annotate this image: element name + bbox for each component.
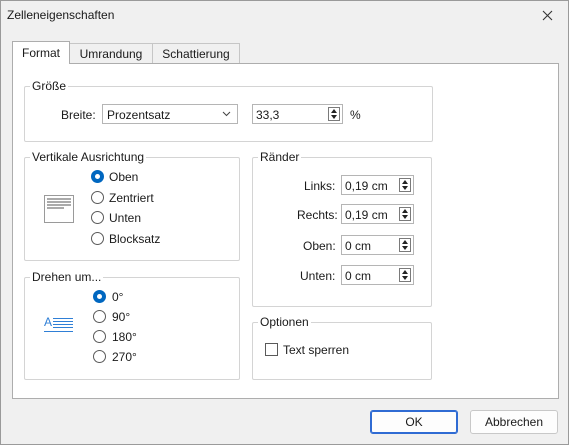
options-group: Optionen Text sperren [252, 315, 432, 380]
rotate-title: Drehen um... [30, 270, 104, 284]
format-tab-panel: Größe Breite: Prozentsatz 33,3 % Vertika… [12, 63, 559, 399]
margin-bottom-spinner[interactable]: 0 cm [341, 265, 414, 285]
cancel-button[interactable]: Abbrechen [470, 410, 558, 434]
tab-format[interactable]: Format [12, 41, 70, 64]
rotate-0-label[interactable]: 0° [112, 290, 123, 304]
width-type-value: Prozentsatz [107, 108, 171, 122]
cell-properties-dialog: Zelleneigenschaften Format Umrandung Sch… [0, 0, 569, 445]
text-lines-icon [53, 318, 73, 328]
percent-unit: % [350, 108, 361, 122]
valign-center-label[interactable]: Zentriert [109, 191, 154, 205]
rotate-90-radio[interactable] [93, 310, 106, 323]
tab-border-label: Umrandung [79, 47, 143, 61]
margin-right-label: Rechts: [297, 208, 338, 222]
cancel-button-label: Abbrechen [484, 415, 544, 429]
valign-top-label[interactable]: Oben [109, 170, 138, 184]
size-group-title: Größe [30, 79, 69, 93]
width-type-select[interactable]: Prozentsatz [102, 104, 238, 124]
rotate-270-label[interactable]: 270° [112, 350, 137, 364]
vertical-align-preview-icon [44, 195, 74, 223]
width-value: 33,3 [256, 108, 280, 122]
spin-arrows-icon[interactable] [328, 107, 340, 121]
margin-left-value: 0,19 cm [345, 179, 388, 193]
rotate-180-radio[interactable] [93, 330, 106, 343]
margin-left-label: Links: [304, 179, 336, 193]
title-bar: Zelleneigenschaften [1, 1, 568, 29]
ok-button-label: OK [405, 415, 423, 429]
width-label: Breite: [61, 108, 96, 122]
margin-bottom-value: 0 cm [345, 269, 372, 283]
rotate-preview-icon: A [44, 315, 74, 334]
margin-top-value: 0 cm [345, 239, 372, 253]
valign-bottom-label[interactable]: Unten [109, 211, 141, 225]
width-value-spinner[interactable]: 33,3 [252, 104, 343, 124]
valign-center-radio[interactable] [91, 191, 104, 204]
rotate-90-label[interactable]: 90° [112, 310, 130, 324]
margin-top-label: Oben: [303, 239, 336, 253]
window-title: Zelleneigenschaften [7, 8, 115, 22]
vertical-align-group: Vertikale Ausrichtung Oben Zentriert Unt… [24, 150, 240, 261]
margins-group: Ränder Links: 0,19 cm Rechts: 0,19 cm Ob… [252, 150, 432, 307]
chevron-down-icon [222, 111, 231, 117]
vertical-align-title: Vertikale Ausrichtung [30, 150, 147, 164]
rotate-180-label[interactable]: 180° [112, 330, 137, 344]
margin-left-spinner[interactable]: 0,19 cm [341, 175, 414, 195]
valign-top-radio[interactable] [91, 170, 104, 183]
spin-arrows-icon[interactable] [399, 238, 411, 252]
tab-format-label: Format [21, 46, 60, 60]
rotate-preview-letter: A [44, 315, 53, 329]
valign-justify-radio[interactable] [91, 232, 104, 245]
rotate-0-radio[interactable] [93, 290, 106, 303]
ok-button[interactable]: OK [370, 410, 458, 434]
margin-right-value: 0,19 cm [345, 208, 388, 222]
options-title: Optionen [258, 315, 311, 329]
tab-border[interactable]: Umrandung [68, 43, 154, 64]
lock-text-checkbox[interactable] [265, 343, 278, 356]
close-icon [542, 10, 552, 20]
margin-top-spinner[interactable]: 0 cm [341, 235, 414, 255]
lock-text-label[interactable]: Text sperren [283, 343, 349, 357]
margins-title: Ränder [258, 150, 302, 164]
tab-shading-label: Schattierung [162, 47, 230, 61]
spin-arrows-icon[interactable] [399, 178, 411, 192]
spin-arrows-icon[interactable] [399, 207, 411, 221]
tab-shading[interactable]: Schattierung [152, 43, 240, 64]
valign-bottom-radio[interactable] [91, 211, 104, 224]
close-button[interactable] [532, 3, 562, 27]
margin-right-spinner[interactable]: 0,19 cm [341, 204, 414, 224]
rotate-270-radio[interactable] [93, 350, 106, 363]
margin-bottom-label: Unten: [300, 269, 336, 283]
baseline-icon [44, 331, 73, 332]
rotate-group: Drehen um... A 0° 90° 180° 270° [24, 270, 240, 380]
size-group: Größe Breite: Prozentsatz 33,3 % [24, 79, 433, 142]
valign-justify-label[interactable]: Blocksatz [109, 232, 160, 246]
spin-arrows-icon[interactable] [399, 268, 411, 282]
